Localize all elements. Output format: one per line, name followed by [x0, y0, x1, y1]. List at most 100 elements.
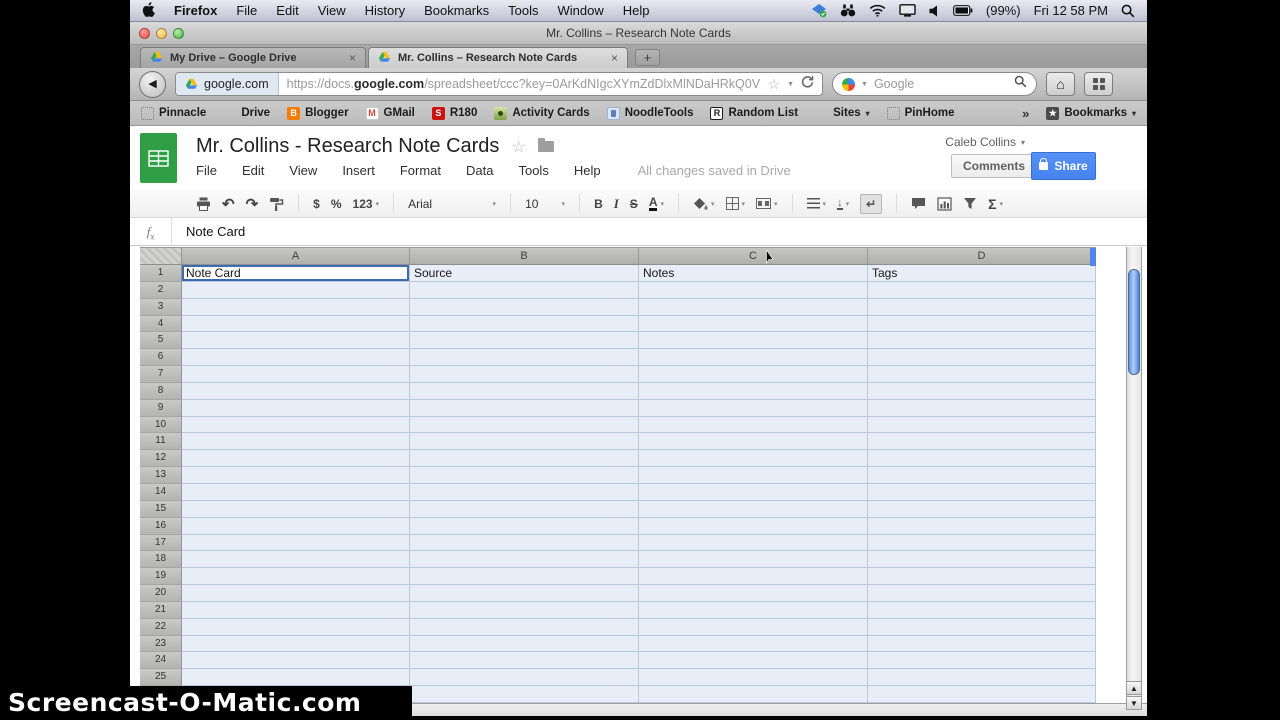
grid-cell[interactable] [182, 467, 410, 484]
menubar-item-tools[interactable]: Tools [508, 3, 538, 18]
grid-cell[interactable] [868, 636, 1096, 653]
row-header-11[interactable]: 11 [140, 433, 182, 450]
grid-cell[interactable] [639, 535, 868, 552]
grid-cell[interactable] [639, 450, 868, 467]
grid-cell[interactable] [868, 619, 1096, 636]
grid-cell[interactable] [410, 636, 639, 653]
site-identity-chip[interactable]: google.com [176, 73, 279, 95]
column-header-A[interactable]: A [182, 248, 410, 265]
grid-cell[interactable] [410, 282, 639, 299]
merge-cells-button[interactable]: ▾ [756, 198, 778, 209]
reload-icon[interactable] [801, 75, 814, 93]
grid-cell[interactable] [868, 467, 1096, 484]
grid-cell[interactable] [410, 316, 639, 333]
grid-cell[interactable] [868, 282, 1096, 299]
grid-cell[interactable] [182, 383, 410, 400]
sheets-menu-insert[interactable]: Insert [342, 163, 375, 178]
grid-cell[interactable] [868, 501, 1096, 518]
bookmark-blogger[interactable]: BBlogger [287, 107, 348, 120]
spotlight-icon[interactable] [1121, 4, 1135, 18]
percent-format-button[interactable]: % [331, 197, 342, 211]
grid-cell[interactable] [868, 585, 1096, 602]
menubar-item-firefox[interactable]: Firefox [174, 3, 217, 18]
grid-cell[interactable] [639, 686, 868, 703]
url-text[interactable]: https://docs.google.com/spreadsheet/ccc?… [279, 77, 760, 91]
row-header-24[interactable]: 24 [140, 652, 182, 669]
grid-cell[interactable] [182, 400, 410, 417]
minimize-window-button[interactable] [156, 28, 167, 39]
zoom-window-button[interactable] [173, 28, 184, 39]
grid-cell[interactable] [639, 669, 868, 686]
grid-cell[interactable] [182, 366, 410, 383]
search-bar[interactable]: ▼ Google [832, 72, 1037, 96]
display-icon[interactable] [899, 4, 916, 17]
close-window-button[interactable] [139, 28, 150, 39]
grid-cell[interactable] [410, 349, 639, 366]
row-header-12[interactable]: 12 [140, 450, 182, 467]
grid-cell[interactable] [410, 669, 639, 686]
grid-cell[interactable] [639, 501, 868, 518]
url-bar[interactable]: google.com https://docs.google.com/sprea… [175, 72, 823, 96]
grid-cell[interactable] [868, 535, 1096, 552]
grid-cell[interactable] [182, 417, 410, 434]
grid-cell[interactable] [410, 450, 639, 467]
grid-cell[interactable] [639, 619, 868, 636]
grid-cell[interactable] [182, 585, 410, 602]
fill-color-button[interactable]: ▾ [693, 197, 715, 210]
grid-cell[interactable] [182, 669, 410, 686]
grid-cell[interactable] [868, 602, 1096, 619]
vertical-align-button[interactable]: ↓▾ [837, 198, 849, 210]
tab-note-cards[interactable]: Mr. Collins – Research Note Cards × [368, 47, 628, 68]
row-header-21[interactable]: 21 [140, 602, 182, 619]
number-format-button[interactable]: 123▾ [353, 197, 380, 211]
insert-chart-button[interactable] [937, 197, 952, 211]
row-header-2[interactable]: 2 [140, 282, 182, 299]
grid-cell[interactable] [868, 568, 1096, 585]
menubar-item-file[interactable]: File [236, 3, 257, 18]
font-family-select[interactable]: Arial▾ [408, 197, 496, 211]
sheets-menu-tools[interactable]: Tools [518, 163, 548, 178]
bookmark-pinnacle[interactable]: Pinnacle [141, 107, 206, 120]
magnifier-icon[interactable] [1014, 75, 1027, 93]
vertical-scrollbar[interactable] [1126, 247, 1142, 703]
grid-cell[interactable] [868, 669, 1096, 686]
back-button[interactable]: ◀ [139, 71, 166, 98]
grid-cell[interactable] [639, 383, 868, 400]
grid-cell[interactable] [410, 400, 639, 417]
grid-cell[interactable]: Tags [868, 265, 1096, 282]
search-placeholder[interactable]: Google [874, 77, 1008, 91]
bookmarks-menu-button[interactable]: ★Bookmarks▾ [1046, 107, 1136, 120]
grid-cell[interactable] [410, 535, 639, 552]
row-header-18[interactable]: 18 [140, 551, 182, 568]
row-header-19[interactable]: 19 [140, 568, 182, 585]
sheets-menu-help[interactable]: Help [574, 163, 601, 178]
grid-cell[interactable] [639, 433, 868, 450]
tab-close-icon[interactable]: × [611, 51, 618, 65]
grid-cell[interactable] [639, 366, 868, 383]
grid-cell[interactable] [639, 316, 868, 333]
row-header-17[interactable]: 17 [140, 535, 182, 552]
grid-cell[interactable] [182, 652, 410, 669]
grid-cell[interactable] [639, 551, 868, 568]
move-to-folder-icon[interactable] [538, 141, 554, 152]
row-header-10[interactable]: 10 [140, 417, 182, 434]
formula-input[interactable]: Note Card [172, 224, 245, 239]
strikethrough-button[interactable]: S [630, 197, 638, 211]
bookmark-sites[interactable]: Sites▾ [815, 107, 870, 120]
grid-cell[interactable] [410, 332, 639, 349]
sheets-menu-edit[interactable]: Edit [242, 163, 264, 178]
functions-button[interactable]: Σ▾ [988, 196, 1003, 212]
bookmark-activity-cards[interactable]: Activity Cards [494, 107, 589, 120]
bold-button[interactable]: B [594, 197, 603, 211]
bookmark-pinhome[interactable]: PinHome [887, 107, 955, 120]
bookmark-star-icon[interactable]: ☆ [768, 76, 781, 93]
grid-cell[interactable] [639, 484, 868, 501]
menubar-item-help[interactable]: Help [623, 3, 650, 18]
row-header-6[interactable]: 6 [140, 349, 182, 366]
home-button[interactable]: ⌂ [1046, 72, 1075, 96]
grid-cell[interactable] [868, 332, 1096, 349]
grid-cell[interactable] [868, 417, 1096, 434]
grid-cell[interactable] [182, 349, 410, 366]
row-header-5[interactable]: 5 [140, 332, 182, 349]
menubar-item-history[interactable]: History [365, 3, 405, 18]
